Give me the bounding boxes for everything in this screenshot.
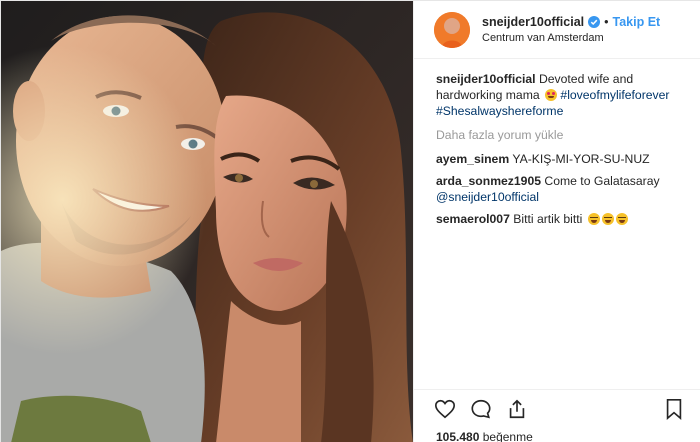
- post-header: sneijder10official • Takip Et Centrum va…: [414, 1, 700, 59]
- instagram-post: sneijder10official • Takip Et Centrum va…: [0, 0, 700, 442]
- post-side-panel: sneijder10official • Takip Et Centrum va…: [413, 1, 700, 442]
- likes-number: 105.480: [436, 430, 480, 442]
- caption: sneijder10official Devoted wife and hard…: [436, 71, 692, 119]
- heart-icon[interactable]: [434, 398, 456, 420]
- comment-text: Bitti artik bitti: [513, 212, 583, 226]
- hashtag-link[interactable]: #loveofmylifeforever: [560, 88, 669, 102]
- verified-badge-icon: [588, 16, 601, 28]
- bookmark-icon[interactable]: [664, 398, 684, 420]
- header-text: sneijder10official • Takip Et Centrum va…: [482, 15, 660, 44]
- separator-dot: •: [604, 15, 609, 29]
- selfie-image: [1, 1, 413, 442]
- comment-icon[interactable]: [470, 398, 492, 420]
- comment-username[interactable]: semaerol007: [436, 212, 510, 226]
- comments-section: sneijder10official Devoted wife and hard…: [436, 71, 692, 233]
- follow-button[interactable]: Takip Et: [613, 15, 661, 29]
- action-bar: 105.480 beğenme: [414, 389, 700, 442]
- load-more-comments-button[interactable]: Daha fazla yorum yükle: [436, 127, 692, 143]
- comment-text: Come to Galatasaray: [544, 174, 660, 188]
- comment-username[interactable]: arda_sonmez1905: [436, 174, 541, 188]
- comment-item: semaerol007 Bitti artik bitti: [436, 211, 692, 227]
- laughing-emoji-icon: [601, 213, 614, 225]
- comment-item: arda_sonmez1905 Come to Galatasaray @sne…: [436, 173, 692, 205]
- likes-label: beğenme: [482, 430, 533, 442]
- comment-username[interactable]: ayem_sinem: [436, 152, 509, 166]
- username-link[interactable]: sneijder10official: [482, 15, 584, 29]
- location-link[interactable]: Centrum van Amsterdam: [482, 32, 660, 44]
- share-icon[interactable]: [506, 398, 528, 420]
- laughing-emoji-icon: [615, 213, 628, 225]
- laughing-emoji-icon: [587, 213, 600, 225]
- caption-username[interactable]: sneijder10official: [436, 72, 536, 86]
- post-photo[interactable]: [1, 1, 413, 442]
- comment-text: YA-KIŞ-MI-YOR-SU-NUZ: [512, 152, 650, 166]
- avatar[interactable]: [434, 11, 470, 48]
- heart-eyes-emoji-icon: [545, 89, 558, 101]
- action-icons: [434, 398, 542, 420]
- comment-item: ayem_sinem YA-KIŞ-MI-YOR-SU-NUZ: [436, 151, 692, 167]
- mention-link[interactable]: @sneijder10official: [436, 190, 539, 204]
- hashtag-link[interactable]: #Shesalwayshereforme: [436, 104, 563, 118]
- likes-count[interactable]: 105.480 beğenme: [436, 430, 533, 442]
